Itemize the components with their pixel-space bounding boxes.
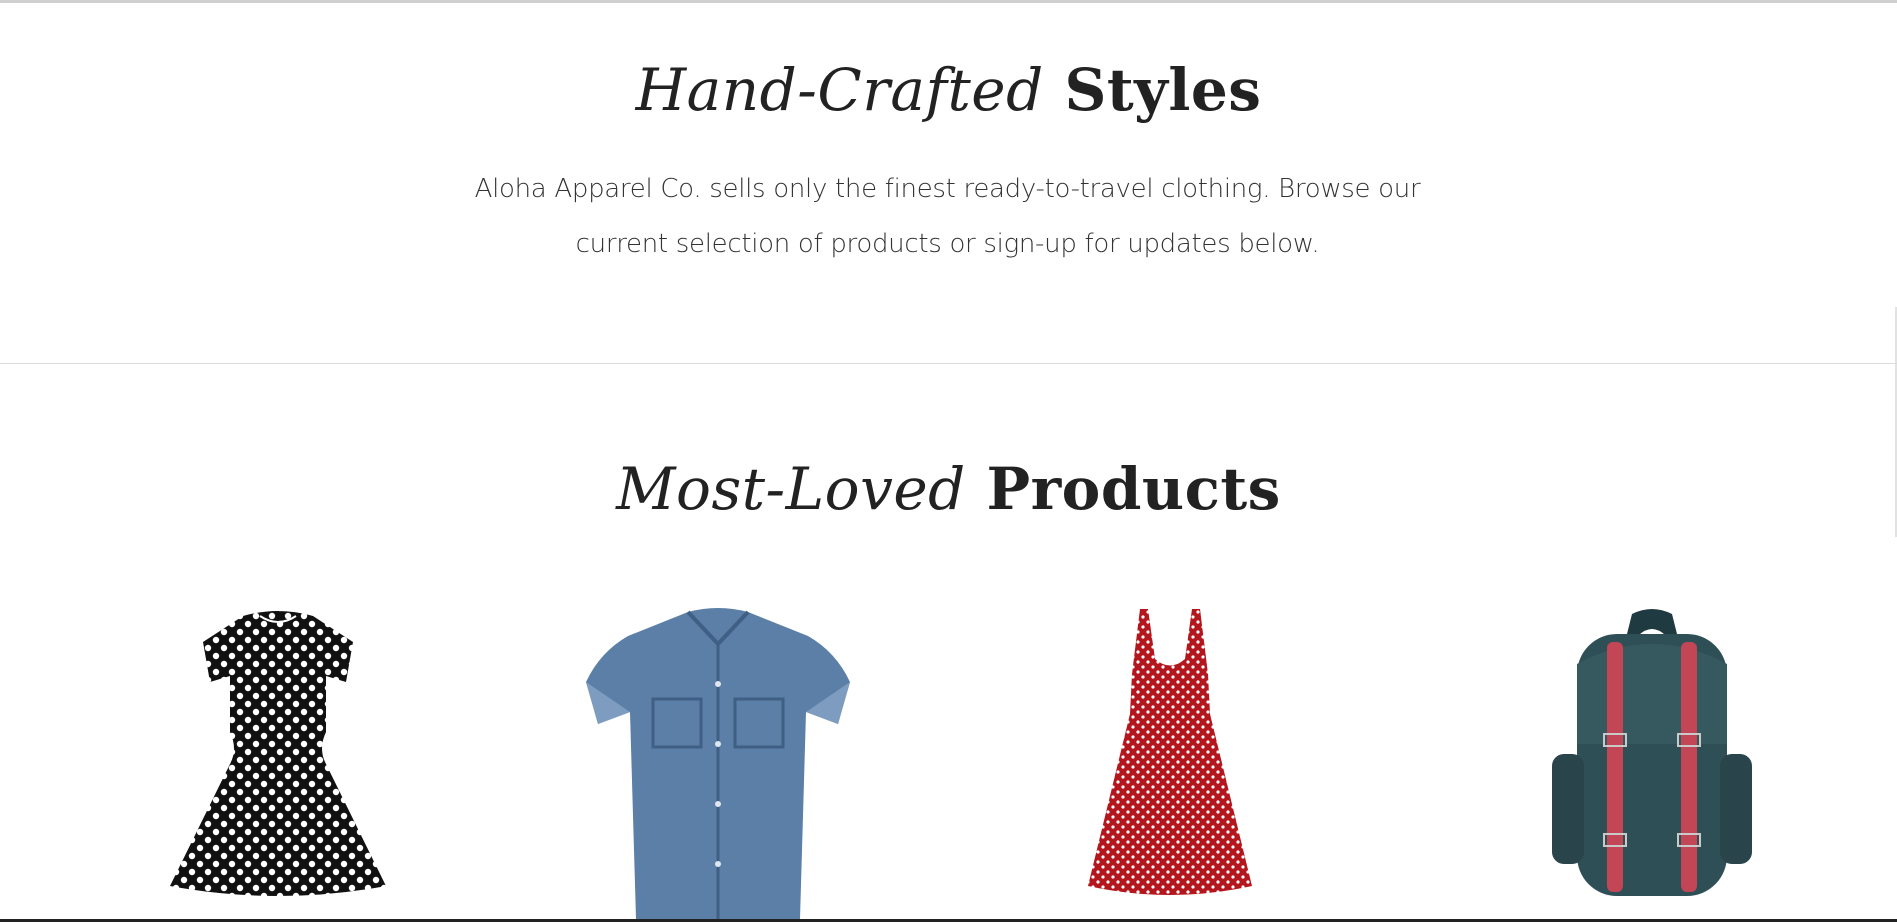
product-card-3[interactable]: [980, 604, 1360, 919]
products-title: Most-Loved Products: [0, 454, 1897, 524]
products-title-bold: Products: [986, 455, 1281, 523]
denim-shirt-image[interactable]: [558, 604, 878, 919]
polka-dot-black-dress-image[interactable]: [148, 604, 408, 904]
products-section: Most-Loved Products: [0, 364, 1897, 919]
product-card-2[interactable]: [528, 604, 908, 919]
intro-description: Aloha Apparel Co. sells only the finest …: [474, 174, 1421, 259]
red-polka-dot-dress-image[interactable]: [1070, 604, 1270, 904]
intro-title-bold: Styles: [1064, 56, 1262, 124]
intro-title-italic: Hand-Crafted: [635, 56, 1044, 124]
products-title-italic: Most-Loved: [616, 455, 966, 523]
product-card-1[interactable]: [88, 604, 468, 919]
intro-section: Hand-Crafted Styles Aloha Apparel Co. se…: [0, 0, 1897, 363]
product-card-4[interactable]: [1462, 604, 1842, 919]
teal-backpack-image[interactable]: [1532, 604, 1772, 904]
intro-title: Hand-Crafted Styles: [0, 55, 1897, 125]
